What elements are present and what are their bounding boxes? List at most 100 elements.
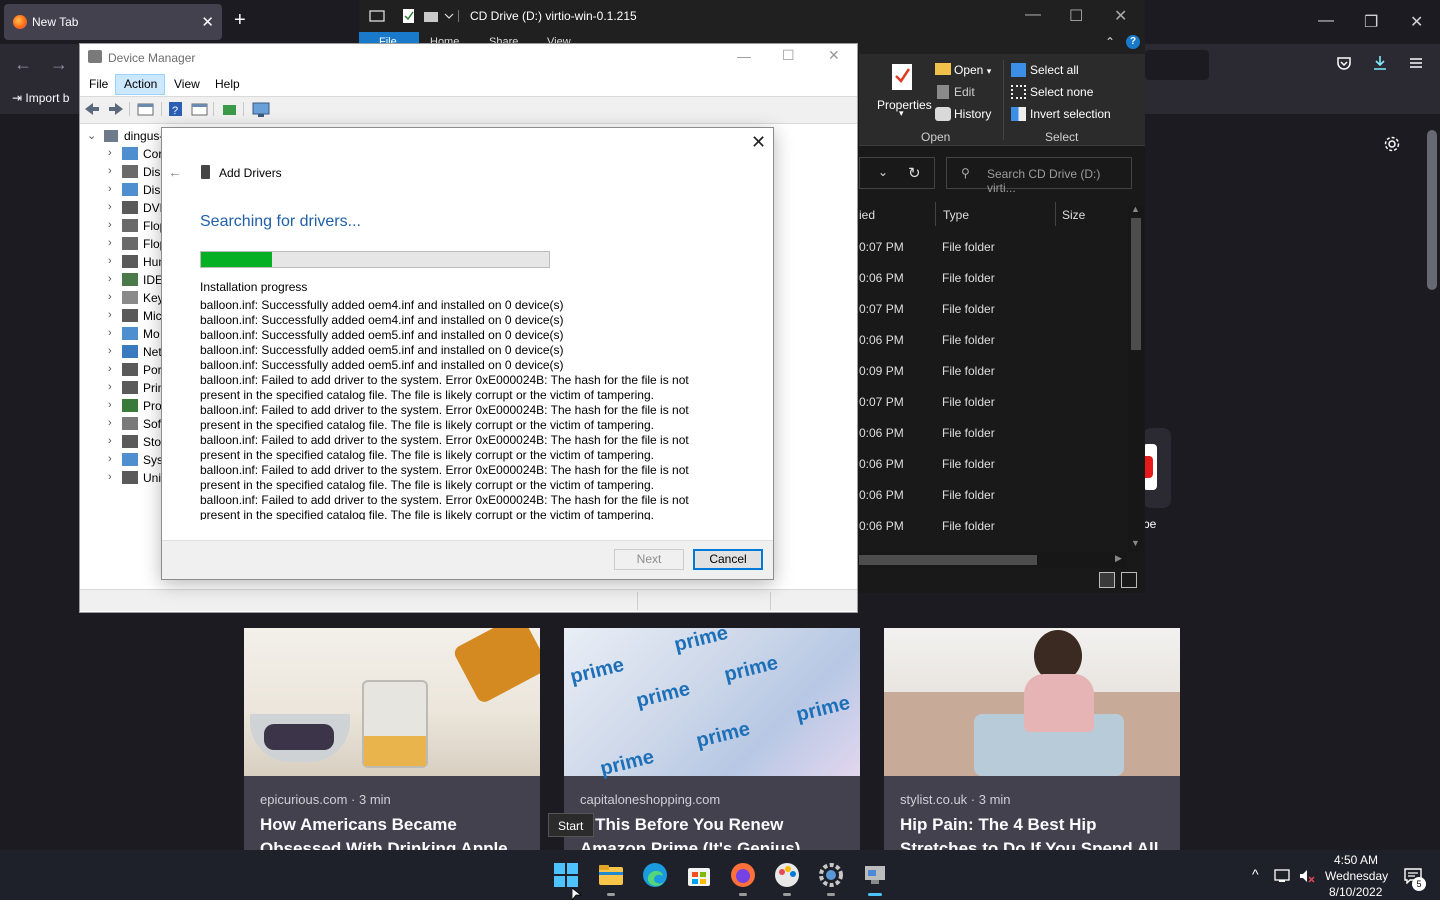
expand-chevron-icon[interactable]: › <box>108 237 112 249</box>
hamburger-menu-icon[interactable] <box>1408 55 1424 71</box>
dialog-close-icon[interactable]: ✕ <box>751 132 766 153</box>
column-size[interactable]: Size <box>1062 208 1085 222</box>
invert-selection-button[interactable]: Invert selection <box>1030 107 1111 121</box>
installation-log[interactable]: balloon.inf: Successfully added oem4.inf… <box>200 298 760 520</box>
paint-app-icon[interactable] <box>774 862 800 888</box>
next-button[interactable]: Next <box>614 549 684 570</box>
properties-pane-icon[interactable] <box>191 103 208 116</box>
tree-root-computer[interactable]: dingus- <box>124 129 163 143</box>
properties-button[interactable]: Properties <box>877 98 932 112</box>
file-list-row[interactable]: 0:06 PM File folder <box>859 488 1129 519</box>
firefox-restore-icon[interactable]: ❐ <box>1364 12 1378 32</box>
device-category-item[interactable]: › Disp <box>80 181 167 199</box>
scroll-right-icon[interactable]: ▶ <box>1115 553 1122 564</box>
select-all-button[interactable]: Select all <box>1030 63 1079 77</box>
expand-chevron-icon[interactable]: › <box>108 327 112 339</box>
device-category-item[interactable]: › Mic <box>80 307 164 325</box>
firefox-minimize-icon[interactable]: — <box>1318 12 1334 30</box>
story-card-cider[interactable]: epicurious.com · 3 min How Americans Bec… <box>244 628 540 852</box>
column-type[interactable]: Type <box>943 208 969 222</box>
firefox-tab-new-tab[interactable]: New Tab ✕ <box>4 4 222 40</box>
pocket-icon[interactable] <box>1336 55 1352 71</box>
large-icons-view-icon[interactable] <box>1121 572 1137 588</box>
expand-chevron-icon[interactable]: › <box>108 255 112 267</box>
device-category-item[interactable]: › Flop <box>80 235 166 253</box>
firefox-taskbar-icon[interactable] <box>730 862 756 888</box>
expand-chevron-icon[interactable]: › <box>108 345 112 357</box>
device-category-item[interactable]: › Stor <box>80 433 165 451</box>
collapse-ribbon-icon[interactable]: ⌃ <box>1105 35 1115 49</box>
expand-chevron-icon[interactable]: › <box>108 381 112 393</box>
file-list-row[interactable]: 0:06 PM File folder <box>859 426 1129 457</box>
show-hide-console-tree-icon[interactable] <box>137 103 154 116</box>
expand-chevron-icon[interactable]: › <box>108 309 112 321</box>
device-category-item[interactable]: › Flop <box>80 217 166 235</box>
expand-chevron-icon[interactable]: › <box>108 273 112 285</box>
file-list-row[interactable]: 0:07 PM File folder <box>859 240 1129 271</box>
device-category-item[interactable]: › Disk <box>80 163 166 181</box>
explorer-search-input[interactable]: ⚲ Search CD Drive (D:) virti... <box>946 157 1132 195</box>
open-button[interactable]: Open ▾ <box>954 63 991 77</box>
device-category-item[interactable]: › Por <box>80 361 164 379</box>
explorer-maximize-icon[interactable]: ☐ <box>1069 6 1083 26</box>
help-book-icon[interactable]: ? <box>169 102 182 117</box>
edge-browser-icon[interactable] <box>642 862 668 888</box>
device-manager-taskbar-icon[interactable] <box>862 862 888 888</box>
scan-hardware-icon[interactable] <box>252 102 270 117</box>
story-title[interactable]: Hip Pain: The 4 Best Hip Stretches to Do… <box>900 813 1172 852</box>
refresh-icon[interactable]: ↻ <box>908 164 921 182</box>
downloads-icon[interactable] <box>1372 55 1388 71</box>
firefox-close-icon[interactable]: ✕ <box>1410 12 1423 32</box>
microsoft-store-icon[interactable] <box>686 862 712 888</box>
scrollbar-thumb[interactable] <box>1131 218 1141 350</box>
file-list-row[interactable]: 0:06 PM File folder <box>859 457 1129 488</box>
menu-file[interactable]: File <box>89 77 108 91</box>
device-category-item[interactable]: › Uni <box>80 469 164 487</box>
help-icon[interactable]: ? <box>1126 35 1140 49</box>
expand-chevron-icon[interactable]: › <box>108 399 112 411</box>
explorer-close-icon[interactable]: ✕ <box>1114 6 1127 26</box>
file-explorer-icon[interactable] <box>598 862 624 888</box>
back-arrow-icon[interactable] <box>85 103 99 115</box>
scrollbar-thumb[interactable] <box>859 555 1037 565</box>
volume-muted-icon[interactable] <box>1298 868 1316 884</box>
history-button[interactable]: History <box>954 107 991 121</box>
windows-start-icon[interactable] <box>553 862 579 888</box>
expand-chevron-icon[interactable]: › <box>108 183 112 195</box>
dialog-back-arrow-icon[interactable]: ← <box>168 164 182 180</box>
close-tab-icon[interactable]: ✕ <box>201 13 214 31</box>
file-list-row[interactable]: 0:06 PM File folder <box>859 271 1129 302</box>
back-arrow-icon[interactable]: ← <box>14 54 32 75</box>
column-divider[interactable] <box>1055 202 1056 226</box>
menu-action[interactable]: Action <box>124 77 157 91</box>
new-tab-plus-icon[interactable]: + <box>234 9 246 32</box>
expand-root-icon[interactable]: ⌄ <box>87 129 96 142</box>
details-view-icon[interactable] <box>1099 572 1115 588</box>
expand-chevron-icon[interactable]: › <box>108 435 112 447</box>
device-category-item[interactable]: › Hum <box>80 253 168 271</box>
column-divider[interactable] <box>935 202 936 226</box>
story-title[interactable]: How Americans Became Obsessed With Drink… <box>260 813 532 852</box>
file-list-row[interactable]: 0:06 PM File folder <box>859 519 1129 550</box>
expand-chevron-icon[interactable]: › <box>108 219 112 231</box>
expand-chevron-icon[interactable]: › <box>108 165 112 177</box>
device-category-item[interactable]: › Pro <box>80 397 164 415</box>
dm-close-icon[interactable]: ✕ <box>828 47 840 64</box>
select-none-button[interactable]: Select none <box>1030 85 1093 99</box>
menu-view[interactable]: View <box>174 77 200 91</box>
expand-chevron-icon[interactable]: › <box>108 201 112 213</box>
device-category-item[interactable]: › Net <box>80 343 164 361</box>
file-list-row[interactable]: 0:06 PM File folder <box>859 333 1129 364</box>
file-list-row[interactable]: 0:07 PM File folder <box>859 395 1129 426</box>
scroll-up-icon[interactable]: ▲ <box>1131 204 1140 214</box>
expand-chevron-icon[interactable]: › <box>108 471 112 483</box>
forward-arrow-icon[interactable] <box>109 103 123 115</box>
edit-button[interactable]: Edit <box>954 85 975 99</box>
device-category-item[interactable]: › Key <box>80 289 164 307</box>
device-category-item[interactable]: › Prin <box>80 379 164 397</box>
show-hidden-icons-chevron-icon[interactable]: ^ <box>1252 866 1259 882</box>
file-list-row[interactable]: 0:09 PM File folder <box>859 364 1129 395</box>
cancel-button[interactable]: Cancel <box>693 549 763 570</box>
device-category-item[interactable]: › DVD <box>80 199 168 217</box>
gear-icon[interactable] <box>1383 135 1401 153</box>
